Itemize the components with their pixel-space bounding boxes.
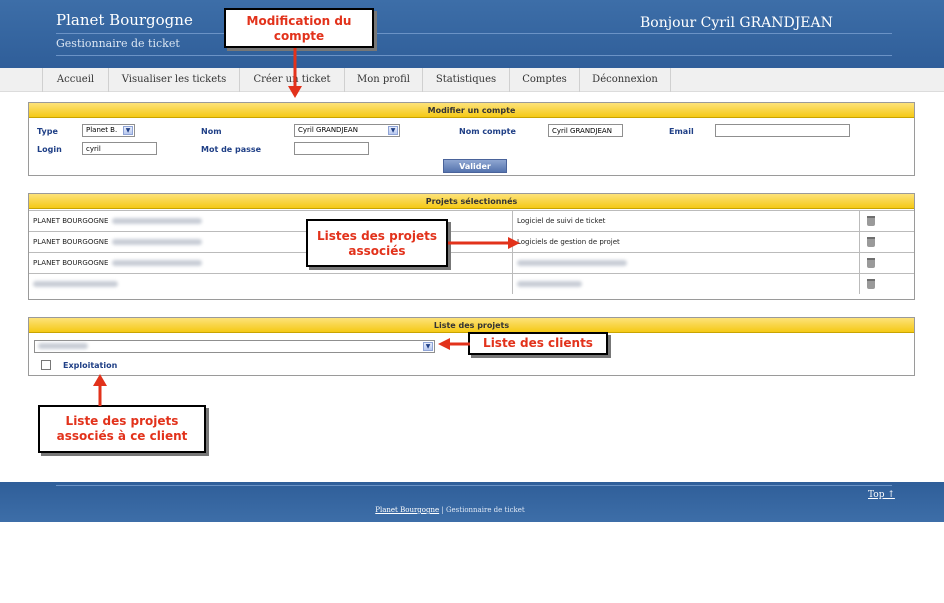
exploitation-checkbox[interactable] bbox=[41, 360, 51, 370]
password-input[interactable] bbox=[294, 142, 369, 155]
site-header: Planet Bourgogne Gestionnaire de ticket … bbox=[0, 0, 944, 68]
project-cell: Logiciel de suivi de ticket bbox=[513, 211, 860, 231]
footer-divider bbox=[56, 485, 892, 486]
exploitation-label: Exploitation bbox=[63, 361, 118, 370]
redacted-text bbox=[33, 281, 118, 287]
callout-arrow bbox=[448, 237, 520, 249]
type-select-value: Planet B. bbox=[86, 126, 118, 134]
type-select[interactable]: Planet B. ▼ bbox=[82, 124, 135, 137]
footer-text: Planet Bourgogne | Gestionnaire de ticke… bbox=[0, 506, 900, 514]
table-row bbox=[29, 273, 914, 294]
redacted-text bbox=[38, 343, 88, 349]
project-cell: Logiciels de gestion de projet bbox=[513, 232, 860, 252]
client-name: PLANET BOURGOGNE bbox=[33, 217, 109, 225]
main-nav: Accueil Visualiser les tickets Créer un … bbox=[0, 68, 944, 92]
site-footer: Top ↑ Planet Bourgogne | Gestionnaire de… bbox=[0, 482, 944, 522]
panel-title: Projets sélectionnés bbox=[29, 194, 914, 209]
nav-item-deconnexion[interactable]: Déconnexion bbox=[580, 68, 671, 92]
email-label: Email bbox=[669, 127, 694, 136]
nav-item-mon-profil[interactable]: Mon profil bbox=[345, 68, 423, 92]
callout-modification-compte: Modification du compte bbox=[224, 8, 374, 48]
table-row: PLANET BOURGOGNE Logiciel de suivi de ti… bbox=[29, 210, 914, 231]
callout-projets-associes: Listes des projets associés bbox=[306, 219, 448, 267]
trash-icon[interactable] bbox=[867, 237, 875, 247]
back-to-top-link[interactable]: Top ↑ bbox=[868, 490, 895, 500]
table-row: PLANET BOURGOGNE bbox=[29, 252, 914, 273]
type-label: Type bbox=[37, 127, 58, 136]
modifier-compte-panel: Modifier un compte Type Planet B. ▼ Nom … bbox=[28, 102, 915, 176]
callout-arrow bbox=[93, 374, 107, 406]
login-label: Login bbox=[37, 145, 62, 154]
panel-title: Liste des projets bbox=[29, 318, 914, 333]
client-cell bbox=[29, 274, 513, 294]
login-input[interactable] bbox=[82, 142, 157, 155]
nom-compte-input[interactable] bbox=[548, 124, 623, 137]
client-name: PLANET BOURGOGNE bbox=[33, 259, 109, 267]
chevron-down-icon: ▼ bbox=[423, 342, 433, 351]
nav-item-accueil[interactable]: Accueil bbox=[42, 68, 109, 92]
header-divider bbox=[56, 55, 892, 56]
site-title: Planet Bourgogne bbox=[56, 11, 193, 29]
nom-label: Nom bbox=[201, 127, 222, 136]
nom-select[interactable]: Cyril GRANDJEAN ▼ bbox=[294, 124, 400, 137]
panel-title: Modifier un compte bbox=[29, 103, 914, 118]
email-input[interactable] bbox=[715, 124, 850, 137]
project-cell bbox=[513, 274, 860, 294]
mot-de-passe-label: Mot de passe bbox=[201, 145, 262, 154]
user-greeting: Bonjour Cyril GRANDJEAN bbox=[640, 15, 833, 31]
redacted-text bbox=[517, 260, 627, 266]
redacted-text bbox=[112, 239, 203, 245]
site-subtitle: Gestionnaire de ticket bbox=[56, 37, 180, 50]
trash-icon[interactable] bbox=[867, 258, 875, 268]
client-select[interactable]: ▼ bbox=[34, 340, 435, 353]
client-name: PLANET BOURGOGNE bbox=[33, 238, 109, 246]
nav-item-statistiques[interactable]: Statistiques bbox=[423, 68, 510, 92]
chevron-down-icon: ▼ bbox=[123, 126, 133, 135]
nav-item-comptes[interactable]: Comptes bbox=[510, 68, 580, 92]
chevron-down-icon: ▼ bbox=[388, 126, 398, 135]
redacted-text bbox=[112, 260, 203, 266]
project-cell bbox=[513, 253, 860, 273]
trash-icon[interactable] bbox=[867, 279, 875, 289]
footer-caption: | Gestionnaire de ticket bbox=[439, 506, 525, 514]
valider-button[interactable]: Valider bbox=[443, 159, 507, 173]
nav-item-visualiser-tickets[interactable]: Visualiser les tickets bbox=[109, 68, 240, 92]
callout-arrow bbox=[438, 338, 470, 350]
nom-select-value: Cyril GRANDJEAN bbox=[298, 126, 358, 134]
callout-arrow bbox=[288, 48, 302, 98]
callout-projets-client: Liste des projets associés à ce client bbox=[38, 405, 206, 453]
nom-compte-label: Nom compte bbox=[459, 127, 516, 136]
header-divider bbox=[56, 33, 892, 34]
trash-icon[interactable] bbox=[867, 216, 875, 226]
callout-liste-clients: Liste des clients bbox=[468, 332, 608, 355]
footer-home-link[interactable]: Planet Bourgogne bbox=[375, 506, 439, 514]
redacted-text bbox=[112, 218, 203, 224]
redacted-text bbox=[517, 281, 582, 287]
